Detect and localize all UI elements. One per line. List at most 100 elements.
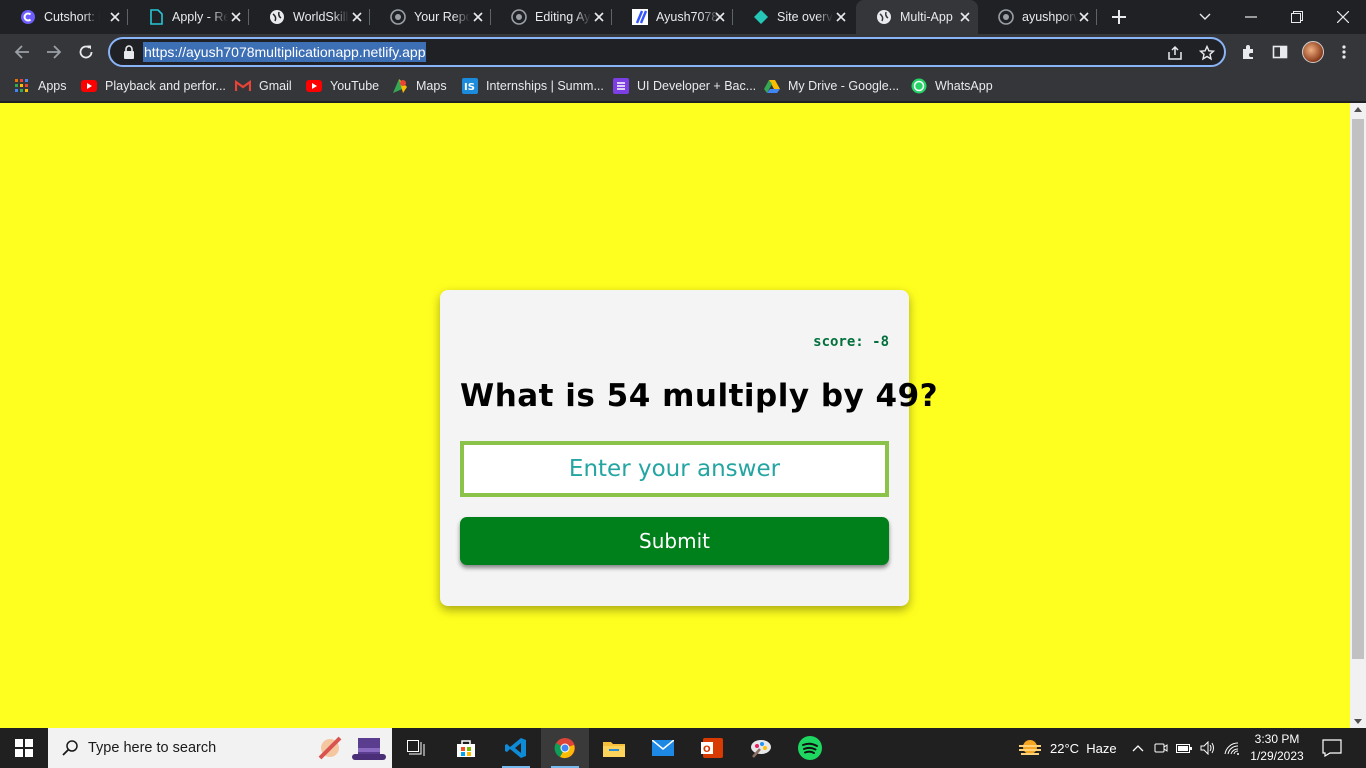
bookmarks-bar: Apps Playback and perfor... Gmail YouTub… [0, 70, 1366, 102]
github-icon [998, 9, 1014, 25]
reload-icon [79, 45, 93, 59]
tab-title: Apply - Re [172, 10, 228, 24]
bookmark-whatsapp[interactable]: WhatsApp [911, 76, 993, 96]
close-window-button[interactable] [1320, 0, 1366, 34]
clock-time: 3:30 PM [1254, 732, 1300, 746]
slash-logo-icon [632, 9, 648, 25]
bookmark-ui-developer[interactable]: UI Developer + Bac... [613, 76, 756, 96]
side-panel-icon[interactable] [1270, 42, 1290, 62]
bookmark-star-icon[interactable] [1198, 44, 1216, 62]
share-icon[interactable] [1166, 44, 1184, 62]
gmail-icon [235, 78, 251, 94]
tab-multi-app[interactable]: Multi-App [856, 0, 978, 34]
tab-site-overview[interactable]: Site overvi [733, 0, 854, 34]
search-icon [62, 740, 78, 756]
start-button[interactable] [0, 728, 48, 768]
score-label: score: -8 [813, 334, 889, 350]
browser-toolbar: https://ayush7078multiplicationapp.netli… [0, 34, 1366, 70]
scroll-thumb[interactable] [1352, 119, 1364, 659]
page-viewport: score: -8 What is 54 multiply by 49? Sub… [0, 103, 1366, 728]
svg-text:IS: IS [464, 82, 475, 93]
close-icon [1337, 11, 1349, 23]
bookmark-apps[interactable]: Apps [14, 76, 67, 96]
bookmark-maps[interactable]: Maps [392, 76, 447, 96]
cutshort-icon [20, 9, 36, 25]
store-icon[interactable] [442, 728, 490, 768]
close-icon[interactable] [592, 10, 606, 24]
clock-date: 1/29/2023 [1250, 749, 1304, 763]
paint-icon[interactable] [737, 728, 785, 768]
bookmark-youtube[interactable]: YouTube [306, 76, 379, 96]
close-icon[interactable] [471, 10, 485, 24]
answer-input[interactable] [460, 441, 889, 497]
taskbar-search[interactable]: Type here to search [48, 728, 392, 768]
kebab-menu-icon[interactable] [1334, 42, 1354, 62]
close-icon[interactable] [1077, 10, 1091, 24]
battery-icon[interactable] [1176, 742, 1192, 754]
new-tab-button[interactable] [1108, 6, 1130, 28]
bookmark-label: Gmail [259, 79, 292, 93]
tab-your-repo[interactable]: Your Repo [370, 0, 491, 34]
scroll-down-arrow[interactable] [1354, 719, 1362, 724]
tab-ayush7078[interactable]: Ayush7078 [612, 0, 733, 34]
bookmark-label: WhatsApp [935, 79, 993, 93]
vscode-icon[interactable] [492, 728, 540, 768]
tab-apply[interactable]: Apply - Re [128, 0, 249, 34]
reload-button[interactable] [72, 38, 100, 66]
weather-widget[interactable]: 22°C Haze [1018, 728, 1117, 768]
svg-text:O: O [703, 745, 711, 755]
mail-icon[interactable] [639, 728, 687, 768]
tab-ayushporv[interactable]: ayushporv [978, 0, 1097, 34]
close-icon[interactable] [229, 10, 243, 24]
back-button[interactable] [8, 38, 36, 66]
chrome-icon[interactable] [541, 728, 589, 768]
tab-worldskills[interactable]: WorldSkills [249, 0, 370, 34]
minimize-button[interactable] [1228, 0, 1274, 34]
plus-icon [1112, 10, 1126, 24]
profile-avatar[interactable] [1302, 41, 1324, 63]
scrollbar[interactable] [1350, 103, 1366, 728]
forward-button[interactable] [40, 38, 68, 66]
windows-taskbar: Type here to search O 22°C Haze 3:30 PM … [0, 728, 1366, 768]
close-icon[interactable] [713, 10, 727, 24]
extensions-icon[interactable] [1238, 42, 1258, 62]
bookmark-my-drive[interactable]: My Drive - Google... [764, 76, 899, 96]
close-icon[interactable] [834, 10, 848, 24]
close-icon[interactable] [108, 10, 122, 24]
bookmark-label: Apps [38, 79, 67, 93]
spotify-icon[interactable] [786, 728, 834, 768]
task-view-icon[interactable] [392, 728, 440, 768]
youtube-icon [306, 78, 322, 94]
tab-cutshort[interactable]: Cutshort: M [0, 0, 128, 34]
internshala-icon: IS [462, 78, 478, 94]
close-icon[interactable] [958, 10, 972, 24]
search-highlight-image [314, 732, 390, 768]
address-bar[interactable]: https://ayush7078multiplicationapp.netli… [108, 37, 1226, 67]
restore-button[interactable] [1274, 0, 1320, 34]
bookmark-gmail[interactable]: Gmail [235, 76, 292, 96]
tab-editing[interactable]: Editing Ay [491, 0, 612, 34]
close-icon[interactable] [350, 10, 364, 24]
wifi-icon[interactable] [1224, 741, 1240, 755]
tab-title: Your Repo [414, 10, 470, 24]
tab-search-button[interactable] [1182, 0, 1228, 34]
submit-button[interactable]: Submit [460, 517, 889, 565]
apps-grid-icon [14, 78, 30, 94]
office-icon[interactable]: O [688, 728, 736, 768]
quiz-card: score: -8 What is 54 multiply by 49? Sub… [440, 290, 938, 606]
haze-weather-icon [1018, 738, 1042, 758]
file-explorer-icon[interactable] [590, 728, 638, 768]
chevron-down-icon [1199, 13, 1211, 20]
bookmark-label: Playback and perfor... [105, 79, 226, 93]
scroll-up-arrow[interactable] [1354, 107, 1362, 112]
lock-icon[interactable] [122, 45, 136, 59]
url-text[interactable]: https://ayush7078multiplicationapp.netli… [143, 42, 427, 62]
volume-icon[interactable] [1200, 741, 1216, 755]
taskbar-clock[interactable]: 3:30 PM 1/29/2023 [1247, 731, 1307, 765]
bookmark-internships[interactable]: IS Internships | Summ... [462, 76, 604, 96]
bookmark-playback[interactable]: Playback and perfor... [81, 76, 226, 96]
whatsapp-icon [911, 78, 927, 94]
notifications-icon[interactable] [1322, 728, 1342, 768]
meet-now-icon[interactable] [1154, 741, 1168, 755]
chevron-up-icon[interactable] [1132, 744, 1144, 752]
